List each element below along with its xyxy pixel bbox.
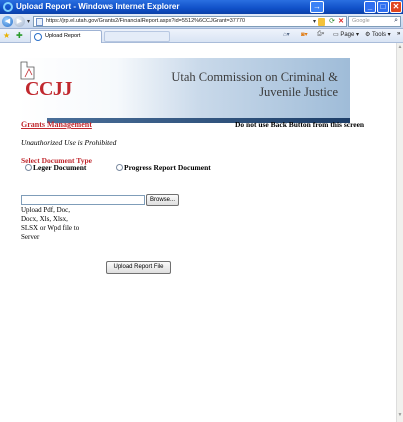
history-dropdown-icon[interactable]: ▾	[27, 18, 30, 25]
address-bar[interactable]: https://jrp.el.utah.gov/Grants2/Financia…	[33, 16, 347, 27]
progress-report-radio[interactable]	[116, 164, 123, 171]
ledger-document-label[interactable]: Leger Document	[33, 163, 86, 172]
print-icon[interactable]: ⎙▾	[317, 31, 324, 38]
page-content: CCJJ Utah Commission on Criminal & Juven…	[0, 43, 396, 422]
close-button[interactable]: ✕	[390, 1, 402, 13]
tab-ie-icon	[34, 33, 42, 41]
maximize-button[interactable]: □	[377, 1, 389, 13]
forward-button[interactable]: ▶	[14, 16, 25, 27]
stop-icon[interactable]: ✕	[338, 17, 344, 25]
header-banner: CCJJ Utah Commission on Criminal & Juven…	[17, 58, 350, 123]
url-dropdown-icon[interactable]: ▾	[313, 18, 316, 25]
more-chevron-icon[interactable]: »	[397, 31, 400, 37]
minimize-button[interactable]: _	[364, 1, 376, 13]
new-tab-button[interactable]	[104, 31, 170, 42]
ie-logo-icon	[3, 2, 13, 12]
favorites-star-icon[interactable]: ★	[3, 31, 10, 40]
go-arrow-icon[interactable]: →	[310, 1, 324, 13]
refresh-icon[interactable]: ⟳	[329, 17, 335, 25]
search-icon[interactable]: ⌕	[394, 17, 398, 25]
upload-file-types-hint: Upload Pdf, Doc, Docx, Xls, Xlsx, SLSX o…	[21, 206, 80, 241]
grants-management-link[interactable]: Grants Management	[21, 120, 92, 129]
search-box[interactable]: Google ⌕	[348, 16, 401, 27]
url-text[interactable]: https://jrp.el.utah.gov/Grants2/Financia…	[46, 18, 245, 24]
tab-row: ★ ✚ Upload Report ⌂▾ ◙▾ ⎙▾ ▭ Page ▾ ⚙ To…	[0, 29, 403, 43]
ledger-document-radio[interactable]	[25, 164, 32, 171]
org-name: Utah Commission on Criminal & Juvenile J…	[171, 70, 338, 99]
progress-report-label[interactable]: Progress Report Document	[124, 163, 211, 172]
window-title: Upload Report - Windows Internet Explore…	[16, 2, 180, 11]
page-icon	[36, 18, 43, 26]
page-menu[interactable]: ▭ Page ▾	[333, 31, 359, 38]
address-row: ◀ ▶ ▾ https://jrp.el.utah.gov/Grants2/Fi…	[0, 14, 403, 29]
tools-menu[interactable]: ⚙ Tools ▾	[365, 31, 391, 38]
tab-upload-report[interactable]: Upload Report	[30, 30, 102, 43]
scroll-down-icon[interactable]: ▼	[397, 412, 403, 420]
home-icon[interactable]: ⌂▾	[283, 31, 290, 38]
unauthorized-notice: Unauthorized Use is Prohibited	[21, 138, 117, 147]
search-placeholder: Google	[352, 18, 370, 24]
ccjj-logo: CCJJ	[25, 78, 72, 100]
back-button-warning: Do not use Back Button from this screen	[235, 120, 365, 129]
vertical-scrollbar[interactable]: ▲ ▼	[396, 43, 403, 422]
tab-label: Upload Report	[45, 33, 81, 39]
feeds-icon[interactable]: ◙▾	[301, 31, 308, 38]
tools-menu-label: Tools	[371, 32, 386, 38]
scroll-up-icon[interactable]: ▲	[397, 44, 403, 52]
title-bar: Upload Report - Windows Internet Explore…	[0, 0, 403, 14]
upload-report-button[interactable]: Upload Report File	[106, 261, 171, 274]
add-favorites-icon[interactable]: ✚	[16, 31, 23, 40]
back-button[interactable]: ◀	[2, 16, 13, 27]
lock-icon[interactable]	[318, 18, 325, 26]
browse-button[interactable]: Browse...	[146, 194, 179, 206]
file-path-input[interactable]	[21, 195, 145, 205]
page-menu-label: Page	[340, 32, 355, 38]
